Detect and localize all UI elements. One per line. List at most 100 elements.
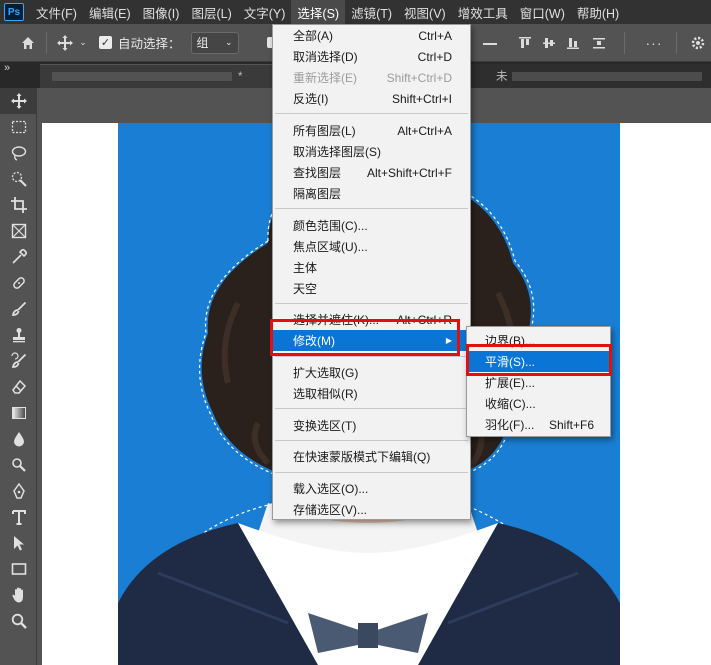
menu-item-deselect-layers[interactable]: 取消选择图层(S) [273, 141, 470, 162]
dodge-tool[interactable] [0, 452, 37, 478]
menu-item-shortcut: Shift+Ctrl+D [386, 70, 452, 85]
menu-item-save-selection[interactable]: 存储选区(V)... [273, 499, 470, 520]
more-options-icon[interactable]: ··· [642, 31, 666, 55]
menu-item-label: 全部(A) [293, 29, 333, 43]
menu-item-grow[interactable]: 扩大选取(G) [273, 362, 470, 383]
lasso-icon [11, 146, 26, 161]
submenu-arrow-icon: ▶ [445, 336, 452, 345]
brush-tool[interactable] [0, 296, 37, 322]
menu-item-label: 取消选择(D) [293, 50, 358, 64]
menu-item-find-layers[interactable]: 查找图层 Alt+Shift+Ctrl+F [273, 162, 470, 183]
menu-item-modify[interactable]: 修改(M) ▶ [273, 330, 470, 351]
menu-item-select-and-mask[interactable]: 选择并遮住(K)... Alt+Ctrl+R [273, 309, 470, 330]
move-tool-preset-icon[interactable] [53, 31, 77, 55]
menu-item-inverse[interactable]: 反选(I) Shift+Ctrl+I [273, 88, 470, 109]
gear-icon[interactable] [686, 31, 710, 55]
dodge-icon [11, 458, 26, 472]
menu-item-isolate-layers[interactable]: 隔离图层 [273, 183, 470, 204]
photoshop-logo: Ps [4, 3, 24, 21]
redacted-filename [511, 71, 702, 81]
home-icon[interactable] [16, 31, 40, 55]
menu-item-shortcut: Ctrl+D [417, 49, 452, 64]
chevron-down-icon[interactable]: ⌄ [77, 31, 89, 55]
blur-tool[interactable] [0, 426, 37, 452]
align-bottom-icon[interactable] [561, 31, 585, 55]
menu-select[interactable]: 选择(S) [291, 0, 346, 24]
frame-tool[interactable] [0, 218, 37, 244]
menu-item-load-selection[interactable]: 载入选区(O)... [273, 478, 470, 499]
menu-filter[interactable]: 滤镜(T) [345, 0, 398, 24]
submenu-item-label: 扩展(E)... [485, 376, 535, 390]
menu-item-select-all[interactable]: 全部(A) Ctrl+A [273, 25, 470, 46]
menu-item-quick-mask[interactable]: 在快速蒙版模式下编辑(Q) [273, 446, 470, 467]
eraser-tool[interactable] [0, 374, 37, 400]
menu-item-focus-area[interactable]: 焦点区域(U)... [273, 236, 470, 257]
unsaved-marker: * [238, 70, 243, 83]
lasso-tool[interactable] [0, 140, 37, 166]
align-top-icon[interactable] [513, 31, 537, 55]
submenu-item-border[interactable]: 边界(B)... [467, 330, 610, 351]
menu-item-label: 主体 [293, 261, 318, 275]
eyedropper-tool[interactable] [0, 244, 37, 270]
submenu-item-contract[interactable]: 收缩(C)... [467, 393, 610, 414]
menu-edit[interactable]: 编辑(E) [83, 0, 137, 24]
crop-tool[interactable] [0, 192, 37, 218]
auto-select-target-dropdown[interactable]: 组 ⌄ [190, 31, 239, 54]
spot-healing-tool[interactable] [0, 270, 37, 296]
menu-file[interactable]: 文件(F) [30, 0, 83, 24]
menu-layer[interactable]: 图层(L) [185, 0, 237, 24]
quick-selection-tool[interactable] [0, 166, 37, 192]
arrow-icon [13, 536, 24, 551]
pen-tool[interactable] [0, 478, 37, 504]
menu-separator [275, 408, 468, 409]
menu-type[interactable]: 文字(Y) [238, 0, 292, 24]
history-brush-tool[interactable] [0, 348, 37, 374]
submenu-item-expand[interactable]: 扩展(E)... [467, 372, 610, 393]
menu-help[interactable]: 帮助(H) [571, 0, 625, 24]
menu-item-shortcut: Ctrl+A [418, 28, 452, 43]
rectangle-icon [11, 563, 26, 575]
hand-tool[interactable] [0, 582, 37, 608]
document-tab-active[interactable]: * [40, 64, 272, 88]
submenu-item-smooth[interactable]: 平滑(S)... [467, 351, 610, 372]
brush-icon [11, 301, 26, 316]
menu-item-deselect[interactable]: 取消选择(D) Ctrl+D [273, 46, 470, 67]
menu-item-transform-selection[interactable]: 变换选区(T) [273, 415, 470, 436]
gradient-tool[interactable] [0, 400, 37, 426]
stamp-icon [12, 328, 25, 343]
menu-item-label: 颜色范围(C)... [293, 219, 368, 233]
align-bar-icon[interactable] [478, 32, 502, 56]
menu-item-subject[interactable]: 主体 [273, 257, 470, 278]
menu-separator [275, 440, 468, 441]
menu-image[interactable]: 图像(I) [137, 0, 186, 24]
auto-select-checkbox[interactable]: ✓ [99, 36, 112, 49]
menu-separator [275, 208, 468, 209]
menu-plugins[interactable]: 增效工具 [452, 0, 514, 24]
tools-panel [0, 88, 37, 665]
submenu-item-label: 羽化(F)... [485, 418, 535, 432]
path-selection-tool[interactable] [0, 530, 37, 556]
submenu-item-shortcut: Shift+F6 [548, 417, 594, 432]
separator [676, 32, 677, 54]
menu-item-color-range[interactable]: 颜色范围(C)... [273, 215, 470, 236]
menu-window[interactable]: 窗口(W) [514, 0, 571, 24]
zoom-tool[interactable] [0, 608, 37, 634]
double-chevron-icon[interactable]: » [4, 62, 10, 74]
select-dropdown-menu: 全部(A) Ctrl+A 取消选择(D) Ctrl+D 重新选择(E) Shift+C… [272, 24, 471, 520]
menu-view[interactable]: 视图(V) [398, 0, 452, 24]
marquee-tool[interactable] [0, 114, 37, 140]
rectangle-tool[interactable] [0, 556, 37, 582]
menu-item-all-layers[interactable]: 所有图层(L) Alt+Ctrl+A [273, 120, 470, 141]
document-tab[interactable]: 未 [470, 64, 711, 88]
distribute-icon[interactable] [587, 31, 611, 55]
menu-item-similar[interactable]: 选取相似(R) [273, 383, 470, 404]
clone-stamp-tool[interactable] [0, 322, 37, 348]
menu-item-label: 选择并遮住(K)... [293, 313, 379, 327]
menu-item-label: 在快速蒙版模式下编辑(Q) [293, 450, 431, 464]
modify-submenu: 边界(B)... 平滑(S)... 扩展(E)... 收缩(C)... 羽化(F… [466, 326, 611, 437]
menu-item-sky[interactable]: 天空 [273, 278, 470, 299]
move-tool[interactable] [0, 88, 37, 114]
align-vertical-center-icon[interactable] [537, 31, 561, 55]
type-tool[interactable] [0, 504, 37, 530]
submenu-item-feather[interactable]: 羽化(F)... Shift+F6 [467, 414, 610, 435]
